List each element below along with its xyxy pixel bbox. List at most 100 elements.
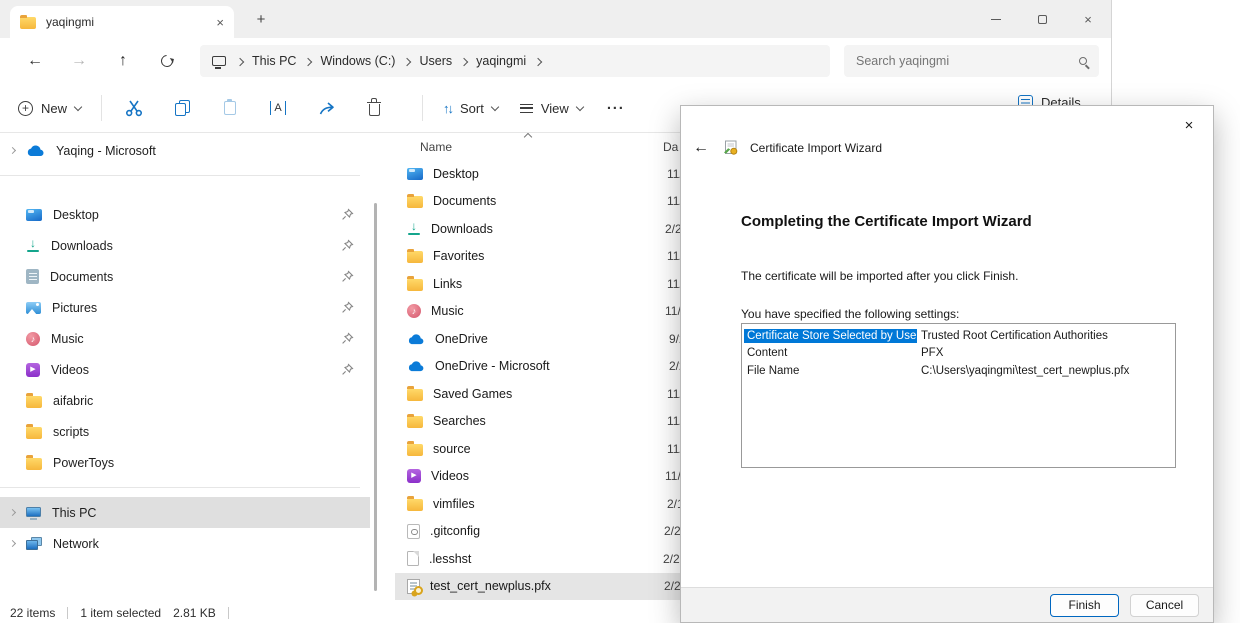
rename-button[interactable]	[262, 92, 294, 124]
forward-button[interactable]: →	[64, 46, 94, 76]
close-button[interactable]: ×	[1065, 0, 1111, 38]
settings-row-selected[interactable]: Certificate Store Selected by User Trust…	[744, 327, 1173, 345]
file-name: Documents	[433, 194, 657, 208]
folder-icon	[26, 458, 42, 470]
setting-value: PFX	[917, 347, 943, 359]
chevron-right-icon	[9, 147, 16, 154]
view-button[interactable]: View	[516, 95, 587, 122]
sidebar-item-network[interactable]: Network	[0, 528, 370, 559]
desktop-icon	[407, 168, 423, 180]
sidebar-item-pictures[interactable]: Pictures	[0, 292, 370, 323]
file-name: Videos	[431, 469, 655, 483]
certificate-icon	[407, 579, 420, 594]
refresh-button[interactable]	[152, 46, 182, 76]
file-name: OneDrive - Microsoft	[435, 359, 659, 373]
breadcrumb-yaqingmi[interactable]: yaqingmi	[476, 54, 526, 68]
cut-icon	[124, 98, 144, 118]
share-button[interactable]	[310, 92, 342, 124]
setting-value: Trusted Root Certification Authorities	[917, 330, 1108, 342]
cancel-button[interactable]: Cancel	[1130, 594, 1199, 617]
copy-button[interactable]	[166, 92, 198, 124]
tab-close-icon[interactable]: ×	[216, 16, 224, 29]
breadcrumb-users[interactable]: Users	[419, 54, 452, 68]
more-options-button[interactable]	[603, 94, 629, 123]
pictures-icon	[26, 302, 41, 314]
finish-button[interactable]: Finish	[1050, 594, 1119, 617]
status-divider	[67, 607, 68, 619]
gear-file-icon	[407, 524, 420, 539]
sidebar-item-this-pc[interactable]: This PC	[0, 497, 370, 528]
maximize-button[interactable]	[1019, 0, 1065, 38]
chevron-right-icon	[403, 57, 411, 65]
new-tab-button[interactable]: +	[250, 8, 272, 30]
videos-icon	[26, 363, 40, 377]
search-input[interactable]	[856, 54, 1079, 68]
column-header-date[interactable]: Da	[663, 140, 678, 154]
breadcrumb-windows-c[interactable]: Windows (C:)	[320, 54, 395, 68]
this-pc-icon	[26, 507, 41, 517]
breadcrumb-this-pc[interactable]: This PC	[252, 54, 296, 68]
folder-icon	[20, 17, 36, 29]
window-controls: ×	[973, 0, 1111, 38]
sort-button[interactable]: Sort	[439, 95, 502, 122]
delete-button[interactable]	[358, 92, 390, 124]
pin-icon	[341, 208, 354, 221]
more-icon	[607, 100, 625, 117]
sidebar-item-label: Desktop	[53, 208, 99, 222]
back-icon: ←	[27, 52, 43, 70]
folder-icon	[407, 444, 423, 456]
chevron-down-icon	[74, 102, 82, 110]
sidebar-item-videos[interactable]: Videos	[0, 354, 370, 385]
sidebar-item-music[interactable]: Music	[0, 323, 370, 354]
sidebar-item-scripts[interactable]: scripts	[0, 416, 370, 447]
settings-label: You have specified the following setting…	[741, 307, 959, 321]
search-box[interactable]	[844, 45, 1099, 77]
cut-button[interactable]	[118, 92, 150, 124]
paste-icon	[224, 101, 236, 115]
minimize-icon	[991, 19, 1001, 20]
paste-button[interactable]	[214, 92, 246, 124]
sidebar-item-desktop[interactable]: Desktop	[0, 199, 370, 230]
sidebar-item-aifabric[interactable]: aifabric	[0, 385, 370, 416]
sidebar-divider	[0, 175, 360, 176]
documents-icon	[26, 269, 39, 284]
settings-table[interactable]: Certificate Store Selected by User Trust…	[741, 323, 1176, 468]
sidebar-item-label: Downloads	[51, 239, 113, 253]
column-header-name[interactable]: Name	[420, 140, 663, 154]
breadcrumb: This PC Windows (C:) Users yaqingmi	[200, 45, 830, 77]
settings-row[interactable]: File Name C:\Users\yaqingmi\test_cert_ne…	[744, 362, 1173, 380]
folder-icon	[407, 416, 423, 428]
chevron-right-icon	[236, 57, 244, 65]
sidebar-item-onedrive[interactable]: Yaqing - Microsoft	[0, 135, 370, 166]
sidebar-item-powertoys[interactable]: PowerToys	[0, 447, 370, 478]
file-icon	[407, 551, 419, 566]
folder-icon	[407, 389, 423, 401]
cloud-icon	[26, 144, 45, 157]
folder-icon	[407, 251, 423, 263]
music-icon	[407, 304, 421, 318]
new-label: New	[41, 101, 67, 116]
new-button[interactable]: New	[14, 95, 85, 122]
up-button[interactable]: ↑	[108, 46, 138, 76]
new-icon	[18, 101, 33, 116]
folder-icon	[407, 499, 423, 511]
dialog-back-button[interactable]: ←	[691, 139, 711, 157]
sidebar-item-documents[interactable]: Documents	[0, 261, 370, 292]
file-date: 2/2	[663, 552, 680, 566]
delete-icon	[369, 104, 380, 116]
sort-label: Sort	[460, 101, 484, 116]
file-name: Favorites	[433, 249, 657, 263]
pin-icon	[341, 332, 354, 345]
sidebar-item-downloads[interactable]: Downloads	[0, 230, 370, 261]
network-icon	[26, 537, 42, 550]
cloud-icon	[407, 360, 425, 372]
settings-row[interactable]: Content PFX	[744, 345, 1173, 363]
minimize-button[interactable]	[973, 0, 1019, 38]
setting-key: Certificate Store Selected by User	[744, 329, 917, 343]
folder-icon	[407, 196, 423, 208]
back-button[interactable]: ←	[20, 46, 50, 76]
sidebar-scrollbar[interactable]	[374, 203, 377, 591]
dialog-close-button[interactable]: ×	[1177, 113, 1201, 137]
folder-icon	[407, 279, 423, 291]
explorer-tab[interactable]: yaqingmi ×	[10, 6, 234, 38]
